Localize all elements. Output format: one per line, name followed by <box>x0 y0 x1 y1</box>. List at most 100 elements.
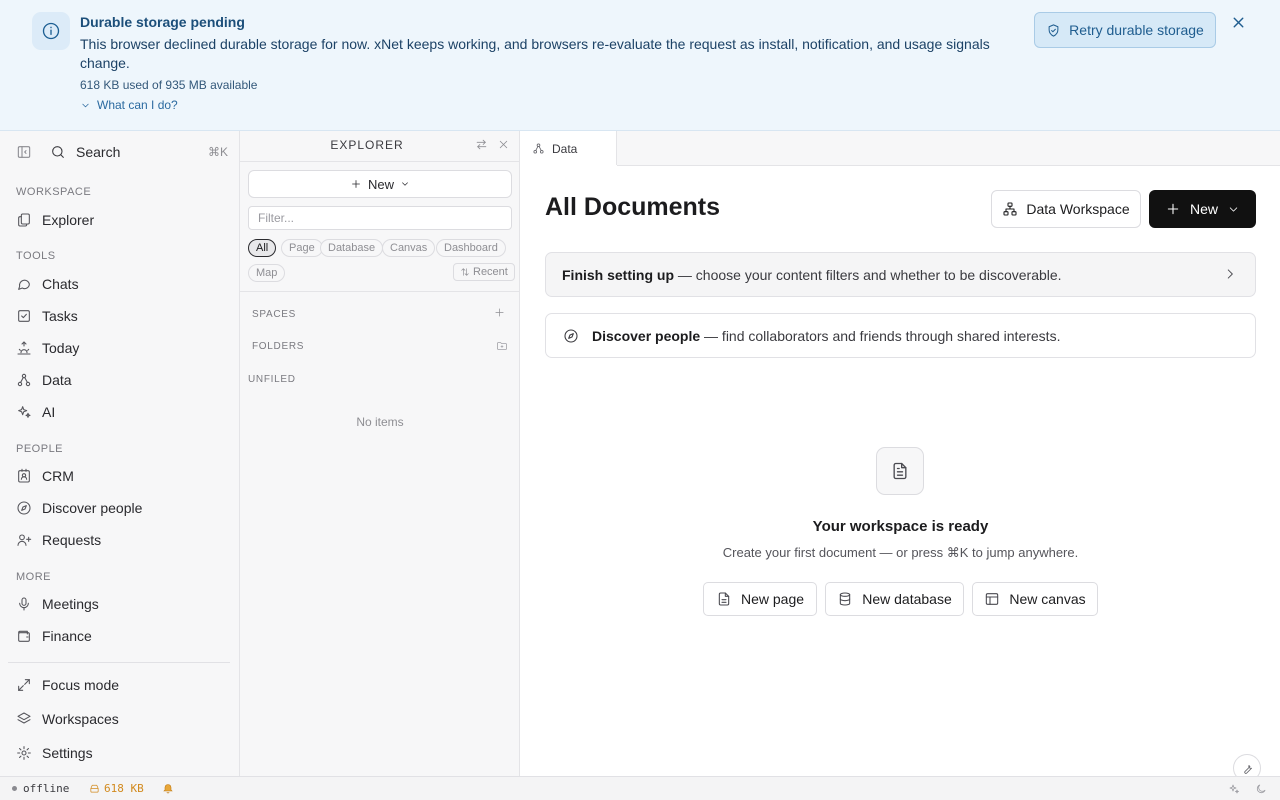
contact-card-icon <box>18 468 30 483</box>
section-people: PEOPLE <box>16 443 64 455</box>
sidebar-item-today[interactable]: Today <box>8 334 232 362</box>
sidebar-item-discover-people[interactable]: Discover people <box>8 494 232 522</box>
data-workspace-label: Data Workspace <box>1026 201 1130 217</box>
sort-recent-button[interactable]: Recent <box>453 263 515 281</box>
explorer-close-button[interactable] <box>497 138 510 151</box>
storage-value: 618 KB <box>104 782 144 795</box>
sidebar-item-ai[interactable]: AI <box>8 398 232 426</box>
sidebar-item-finance[interactable]: Finance <box>8 622 232 650</box>
section-workspace: WORKSPACE <box>16 186 92 198</box>
sidebar-item-chats[interactable]: Chats <box>8 270 232 298</box>
sidebar: Search ⌘K WORKSPACE Explorer TOOLS Chats… <box>0 131 240 776</box>
chat-icon <box>18 279 30 290</box>
sidebar-item-label: Chats <box>42 276 79 292</box>
user-plus-icon <box>17 534 32 546</box>
close-icon <box>499 140 508 149</box>
sidebar-item-label: Finance <box>42 628 92 644</box>
new-database-button[interactable]: New database <box>825 582 964 616</box>
wallet-icon <box>18 630 30 642</box>
sidebar-item-workspaces[interactable]: Workspaces <box>8 705 232 733</box>
sidebar-item-meetings[interactable]: Meetings <box>8 590 232 618</box>
chevron-down-icon <box>402 182 408 186</box>
sidebar-item-label: CRM <box>42 468 74 484</box>
tab-active-indicator <box>521 165 617 166</box>
sidebar-item-label: Settings <box>42 745 93 761</box>
retry-durable-storage-button[interactable]: Retry durable storage <box>1034 12 1216 48</box>
sidebar-item-settings[interactable]: Settings <box>8 739 232 767</box>
sidebar-toggle-button[interactable] <box>16 144 32 160</box>
new-label: New <box>1189 201 1218 217</box>
search-button[interactable]: Search ⌘K <box>50 141 228 163</box>
retry-label: Retry durable storage <box>1069 22 1204 38</box>
search-shortcut: ⌘K <box>207 145 228 159</box>
chip-all[interactable]: All <box>248 239 277 257</box>
notifications-button[interactable] <box>162 782 174 794</box>
database-icon <box>840 592 851 606</box>
chip-canvas[interactable]: Canvas <box>382 239 436 257</box>
what-can-i-do-label: What can I do? <box>97 98 178 112</box>
sidebar-item-label: AI <box>42 404 56 420</box>
explorer-filter-input[interactable] <box>248 206 512 230</box>
sidebar-item-focus-mode[interactable]: Focus mode <box>8 671 232 699</box>
connection-status: offline <box>23 782 70 795</box>
expand-icon <box>18 679 30 691</box>
banner-message: This browser declined durable storage fo… <box>80 36 990 71</box>
ai-assist-button[interactable] <box>1228 783 1240 795</box>
sidebar-item-tasks[interactable]: Tasks <box>8 302 232 330</box>
sidebar-item-crm[interactable]: CRM <box>8 462 232 490</box>
discover-people-card[interactable]: Discover people — find collaborators and… <box>545 313 1256 358</box>
sidebar-item-label: Discover people <box>42 500 143 516</box>
chip-database[interactable]: Database <box>320 239 384 257</box>
storage-indicator[interactable]: 618 KB <box>89 782 144 795</box>
explorer-title: EXPLORER <box>330 138 404 152</box>
shield-check-icon <box>1048 23 1059 37</box>
close-banner-button[interactable] <box>1228 12 1248 32</box>
section-unfiled: UNFILED <box>248 374 296 385</box>
finish-setup-card[interactable]: Finish setting up — choose your content … <box>545 252 1256 297</box>
section-tools: TOOLS <box>16 250 56 262</box>
tab-data[interactable]: Data <box>521 131 617 166</box>
sidebar-item-label: Focus mode <box>42 677 120 693</box>
moon-icon <box>1256 784 1266 794</box>
what-can-i-do-link[interactable]: What can I do? <box>80 98 178 112</box>
sidebar-item-requests[interactable]: Requests <box>8 526 232 554</box>
sort-icon <box>461 268 469 276</box>
new-document-button[interactable]: New <box>1149 190 1256 228</box>
network-icon <box>533 143 544 154</box>
explorer-swap-button[interactable] <box>475 138 488 151</box>
add-folder-button[interactable] <box>496 340 508 352</box>
data-workspace-button[interactable]: Data Workspace <box>991 190 1141 228</box>
empty-state-subtitle: Create your first document — or press ⌘K… <box>722 545 1079 560</box>
folder-plus-icon <box>497 342 507 350</box>
explorer-new-button[interactable]: New <box>248 170 512 198</box>
chip-page[interactable]: Page <box>281 239 323 257</box>
sidebar-item-label: Explorer <box>42 212 95 228</box>
storage-banner: Durable storage pending This browser dec… <box>0 0 1280 131</box>
new-page-button[interactable]: New page <box>703 582 817 616</box>
sidebar-item-data[interactable]: Data <box>8 366 232 394</box>
chip-dashboard[interactable]: Dashboard <box>436 239 506 257</box>
sparkles-icon <box>1229 784 1239 794</box>
explorer-divider <box>240 291 520 292</box>
document-icon <box>876 447 924 495</box>
chip-map[interactable]: Map <box>248 264 286 282</box>
add-space-button[interactable] <box>494 307 505 318</box>
task-check-icon <box>18 310 30 322</box>
plus-icon <box>1167 203 1179 215</box>
theme-toggle-button[interactable] <box>1255 783 1267 795</box>
close-icon <box>1233 17 1243 27</box>
info-icon <box>32 12 70 50</box>
empty-list-text: No items <box>356 415 404 429</box>
sidebar-toggle-icon <box>17 146 31 158</box>
compass-icon <box>564 328 578 343</box>
plus-icon <box>495 308 504 317</box>
page-title: All Documents <box>545 193 721 221</box>
sidebar-divider <box>8 662 230 663</box>
files-icon <box>18 213 30 227</box>
new-canvas-button[interactable]: New canvas <box>972 582 1098 616</box>
explorer-divider <box>240 161 520 162</box>
search-icon <box>52 146 64 158</box>
discover-people-title: Discover people <box>592 327 701 344</box>
banner-title: Durable storage pending <box>80 14 245 30</box>
sidebar-item-explorer[interactable]: Explorer <box>8 206 232 234</box>
